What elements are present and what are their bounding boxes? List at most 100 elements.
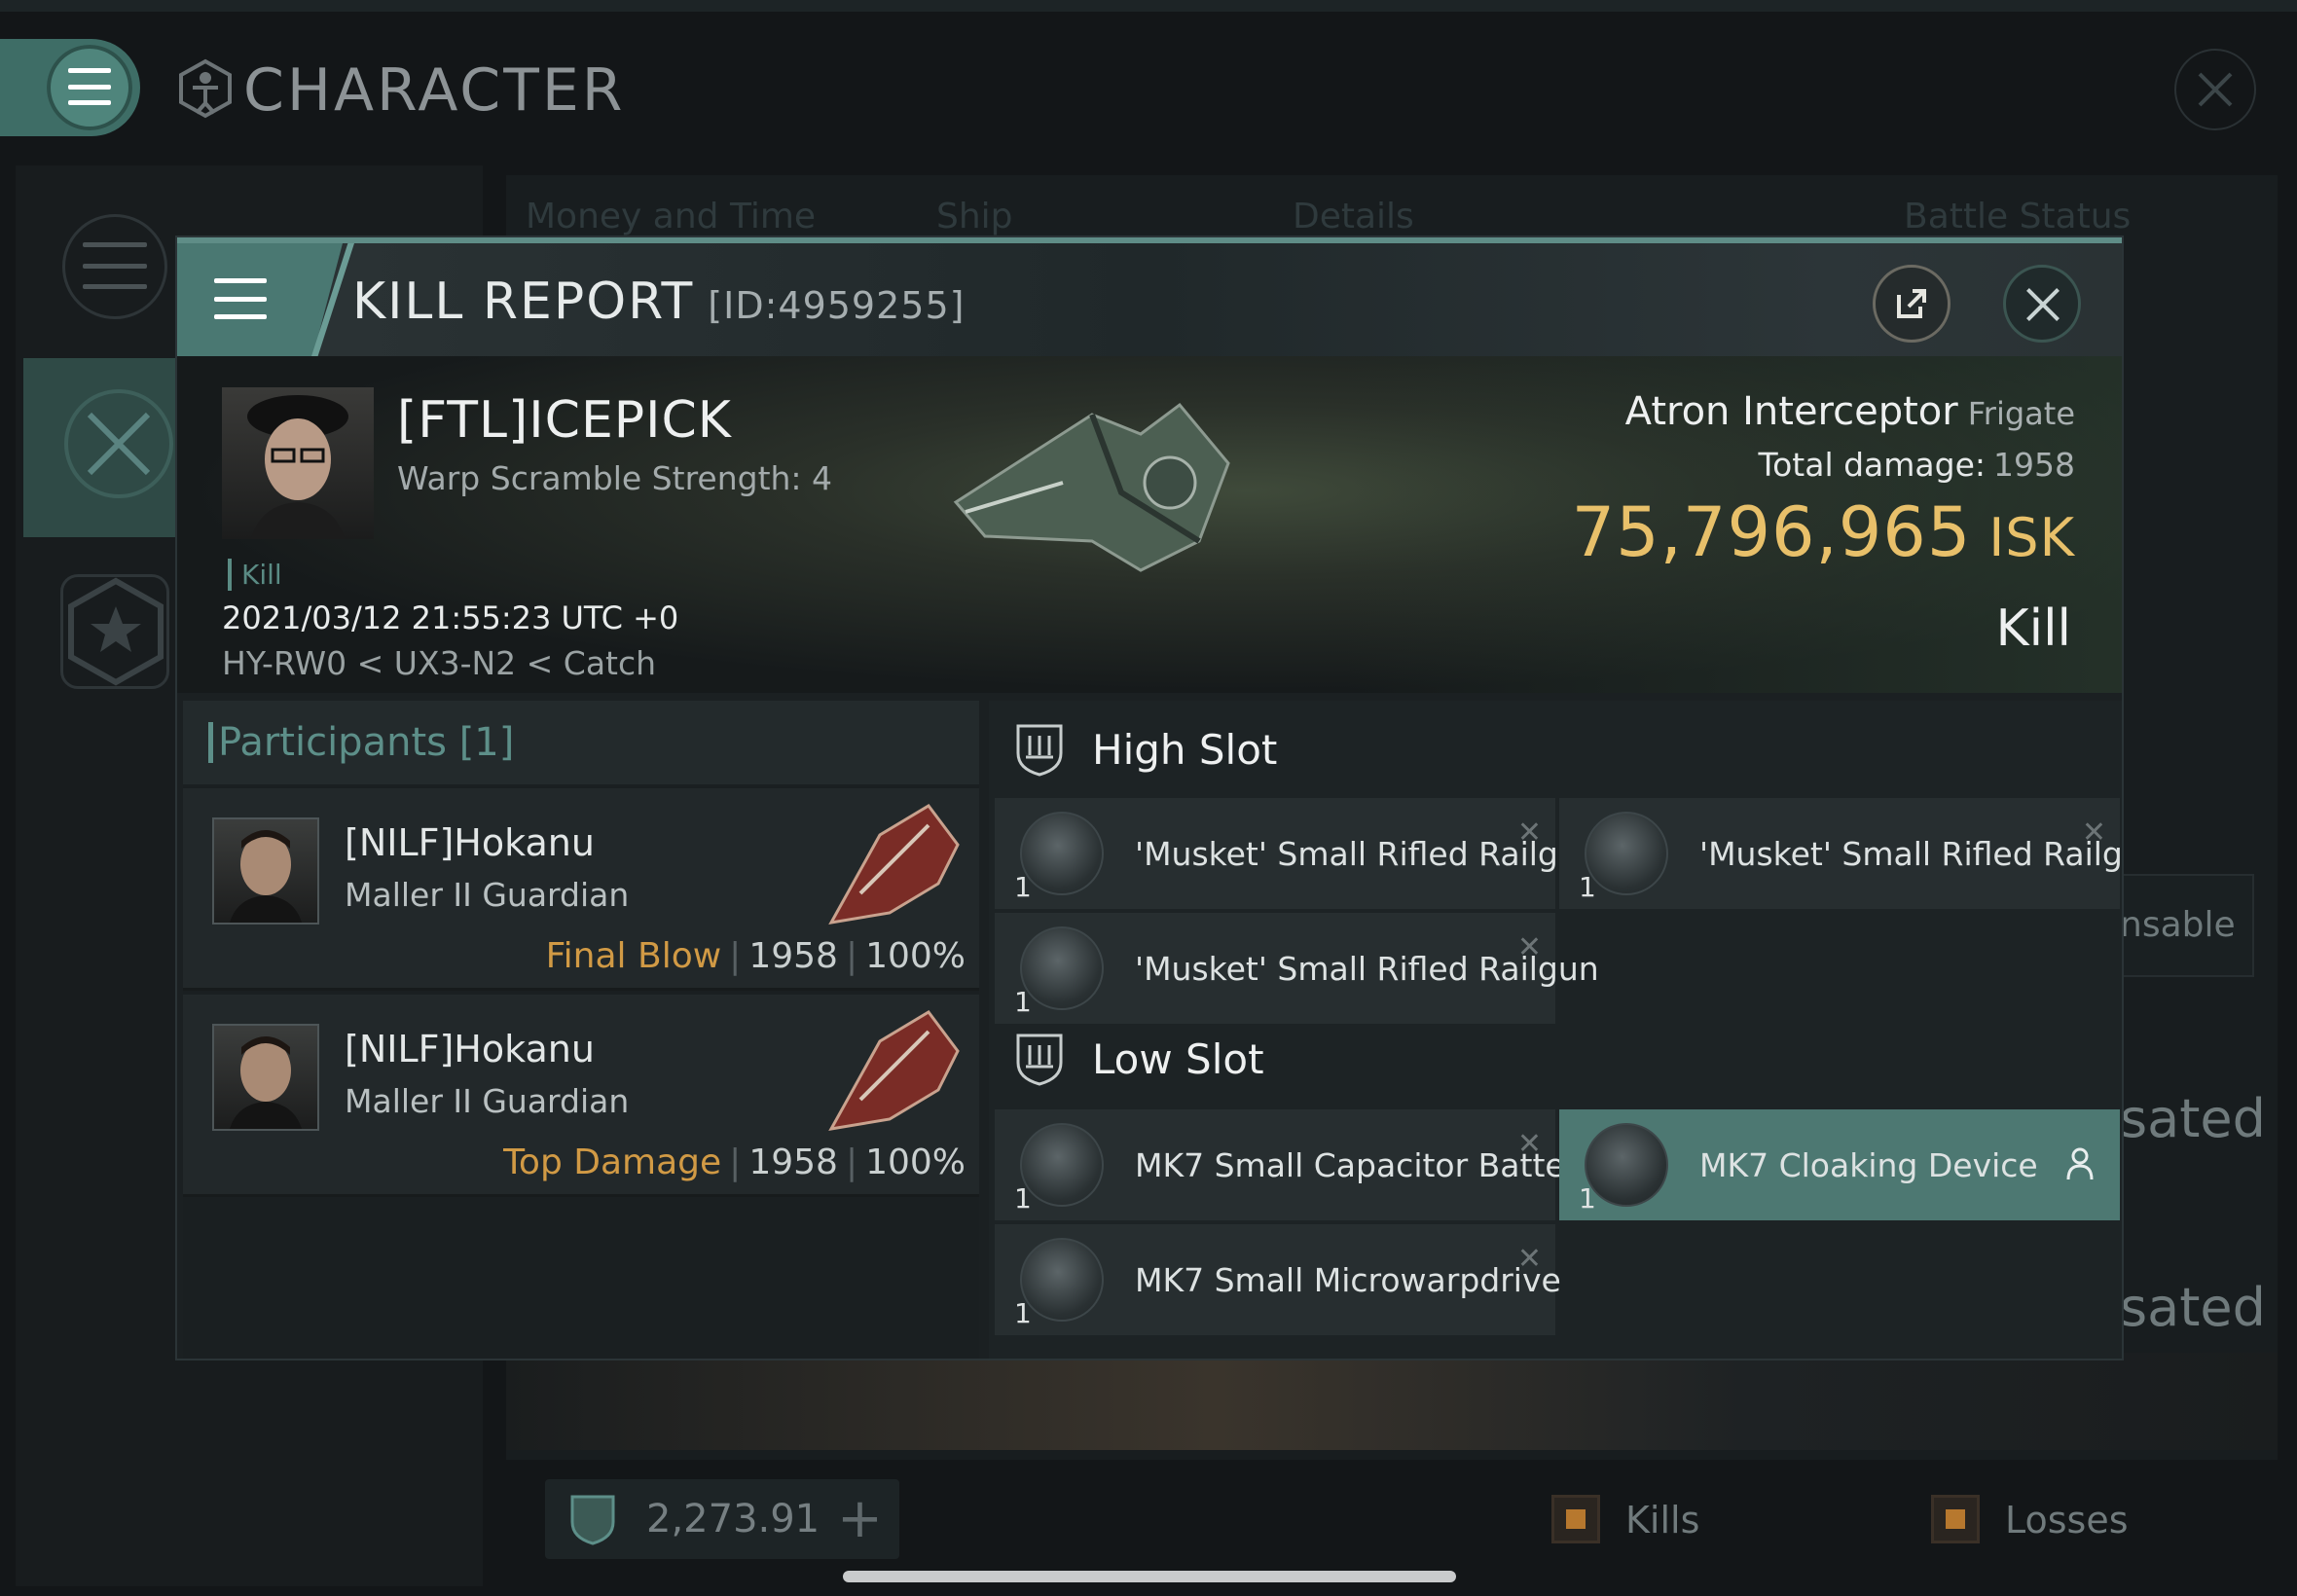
participants-count: [1] — [458, 720, 515, 765]
participant-percent: 100% — [865, 936, 966, 976]
home-indicator[interactable] — [843, 1571, 1456, 1582]
total-damage-line: Total damage: 1958 — [1759, 446, 2075, 484]
modal-title: KILL REPORT [ID:4959255] — [352, 272, 965, 331]
share-button[interactable] — [1873, 265, 1951, 343]
modal-close-button[interactable] — [2003, 265, 2081, 343]
isk-unit: ISK — [1988, 507, 2075, 568]
module-qty: 1 — [1014, 1182, 1032, 1215]
bg-status-text: sated — [2120, 1277, 2266, 1338]
isk-value-line: 75,796,965 ISK — [1572, 492, 2075, 572]
kill-hero: [FTL]ICEPICK Warp Scramble Strength: 4 K… — [177, 356, 2122, 693]
participant-ship-icon — [828, 1010, 960, 1131]
module-item[interactable]: 1 MK7 Small Microwarpdrive ✕ — [995, 1224, 1561, 1335]
participant-damage: 1958 — [748, 1143, 838, 1182]
low-slot-label: Low Slot — [1092, 1035, 1264, 1083]
app-title: CHARACTER — [243, 56, 626, 125]
side-item-favorites[interactable] — [60, 574, 169, 689]
module-item[interactable]: 1 'Musket' Small Rifled Railgun ✕ — [995, 798, 1599, 909]
railgun-icon — [1585, 812, 1668, 895]
destroyed-x-icon: ✕ — [1516, 1242, 1542, 1276]
module-qty: 1 — [1579, 871, 1596, 903]
participant-stats: Final Blow | 1958 | 100% — [545, 936, 966, 976]
ship-class: Frigate — [1967, 395, 2075, 432]
ship-name-line: Atron Interceptor Frigate — [1625, 389, 2075, 434]
kills-legend-swatch — [1551, 1495, 1600, 1543]
destroyed-x-icon: ✕ — [1516, 816, 1542, 850]
low-slot-icon — [1016, 1034, 1063, 1086]
kill-result: Kill — [1995, 599, 2071, 658]
pilot-avatar-icon — [230, 830, 302, 923]
victim-portrait[interactable] — [222, 387, 374, 539]
victim-pilot-name[interactable]: [FTL]ICEPICK — [397, 391, 732, 450]
module-name: MK7 Small Microwarpdrive — [1135, 1261, 1561, 1299]
side-item-combat[interactable] — [23, 358, 183, 537]
warp-scramble-strength: Warp Scramble Strength: 4 — [397, 459, 833, 497]
high-slot-label: High Slot — [1092, 726, 1278, 774]
cloaking-device-icon — [1585, 1123, 1668, 1207]
participant-portrait[interactable] — [212, 1024, 319, 1131]
module-item[interactable]: 1 'Musket' Small Rifled Railgun ✕ — [995, 913, 1599, 1024]
bg-tab-ship[interactable]: Ship — [936, 197, 1013, 236]
losses-legend-swatch — [1931, 1495, 1980, 1543]
participant-percent: 100% — [865, 1143, 966, 1182]
module-qty: 1 — [1579, 1182, 1596, 1215]
module-item-selected[interactable]: 1 MK7 Cloaking Device — [1559, 1109, 2120, 1220]
top-damage-tag: Top Damage — [503, 1143, 722, 1182]
hamburger-icon — [68, 68, 111, 105]
participants-accent — [208, 722, 213, 763]
list-icon — [83, 242, 147, 289]
module-qty: 1 — [1014, 1297, 1032, 1329]
participant-ship: Maller II Guardian — [345, 876, 630, 914]
bg-button-label: nsable — [2120, 905, 2236, 945]
participants-panel: Participants [1] [NILF]Hokanu Maller II … — [183, 701, 979, 1359]
pilot-avatar-icon — [230, 1036, 302, 1129]
side-menu-button[interactable] — [62, 214, 167, 319]
participant-name[interactable]: [NILF]Hokanu — [345, 1028, 595, 1070]
bg-tab-details[interactable]: Details — [1293, 197, 1414, 236]
participant-row[interactable]: [NILF]Hokanu Maller II Guardian Top Dama… — [183, 995, 979, 1197]
status-bar — [0, 0, 2297, 12]
ship-name[interactable]: Atron Interceptor — [1625, 389, 1958, 434]
destroyed-x-icon: ✕ — [1516, 930, 1542, 964]
module-qty: 1 — [1014, 871, 1032, 903]
kills-legend-label: Kills — [1625, 1499, 1700, 1542]
capacitor-battery-icon — [1020, 1123, 1104, 1207]
module-name: MK7 Cloaking Device — [1699, 1146, 2038, 1184]
main-menu-button[interactable] — [47, 45, 132, 130]
module-item[interactable]: 1 MK7 Small Capacitor Battery ✕ — [995, 1109, 1597, 1220]
kill-id: [ID:4959255] — [708, 284, 966, 327]
losses-legend-label: Losses — [2005, 1499, 2129, 1542]
module-name: 'Musket' Small Rifled Railgun — [1699, 835, 2122, 873]
destroyed-x-icon: ✕ — [1516, 1127, 1542, 1161]
bg-tab-money[interactable]: Money and Time — [526, 197, 816, 236]
module-item[interactable]: 1 'Musket' Small Rifled Railgun ✕ — [1559, 798, 2122, 909]
kill-tag: Kill — [228, 559, 282, 591]
bg-status-text: sated — [2120, 1088, 2266, 1149]
fitting-panel: High Slot 1 'Musket' Small Rifled Railgu… — [989, 701, 2122, 1359]
participants-label: Participants — [218, 720, 447, 765]
participant-name[interactable]: [NILF]Hokanu — [345, 821, 595, 864]
star-icon — [68, 577, 164, 686]
participant-row[interactable]: [NILF]Hokanu Maller II Guardian Final Bl… — [183, 788, 979, 991]
participant-portrait[interactable] — [212, 817, 319, 925]
bg-tab-battle-status[interactable]: Battle Status — [1904, 197, 2131, 236]
kill-location[interactable]: HY-RW0 < UX3-N2 < Catch — [222, 644, 656, 682]
app-close-button[interactable] — [2174, 49, 2256, 130]
final-blow-tag: Final Blow — [545, 936, 722, 976]
participants-title: Participants [1] — [218, 720, 514, 765]
character-logo-icon — [179, 58, 232, 119]
total-damage-label: Total damage: — [1758, 446, 1987, 484]
isk-value: 75,796,965 — [1571, 492, 1972, 572]
total-damage-value: 1958 — [1993, 446, 2075, 484]
external-link-icon — [1897, 289, 1926, 318]
railgun-icon — [1020, 926, 1104, 1010]
microwarpdrive-icon — [1020, 1238, 1104, 1322]
modal-header: KILL REPORT [ID:4959255] — [177, 243, 2122, 356]
railgun-icon — [1020, 812, 1104, 895]
shield-icon — [570, 1495, 615, 1545]
high-slot-header: High Slot — [989, 701, 2122, 794]
add-balance-button[interactable]: + — [837, 1487, 883, 1550]
hamburger-icon — [214, 278, 267, 319]
destroyed-x-icon: ✕ — [2081, 816, 2106, 850]
main-menu-pill[interactable] — [0, 39, 140, 136]
